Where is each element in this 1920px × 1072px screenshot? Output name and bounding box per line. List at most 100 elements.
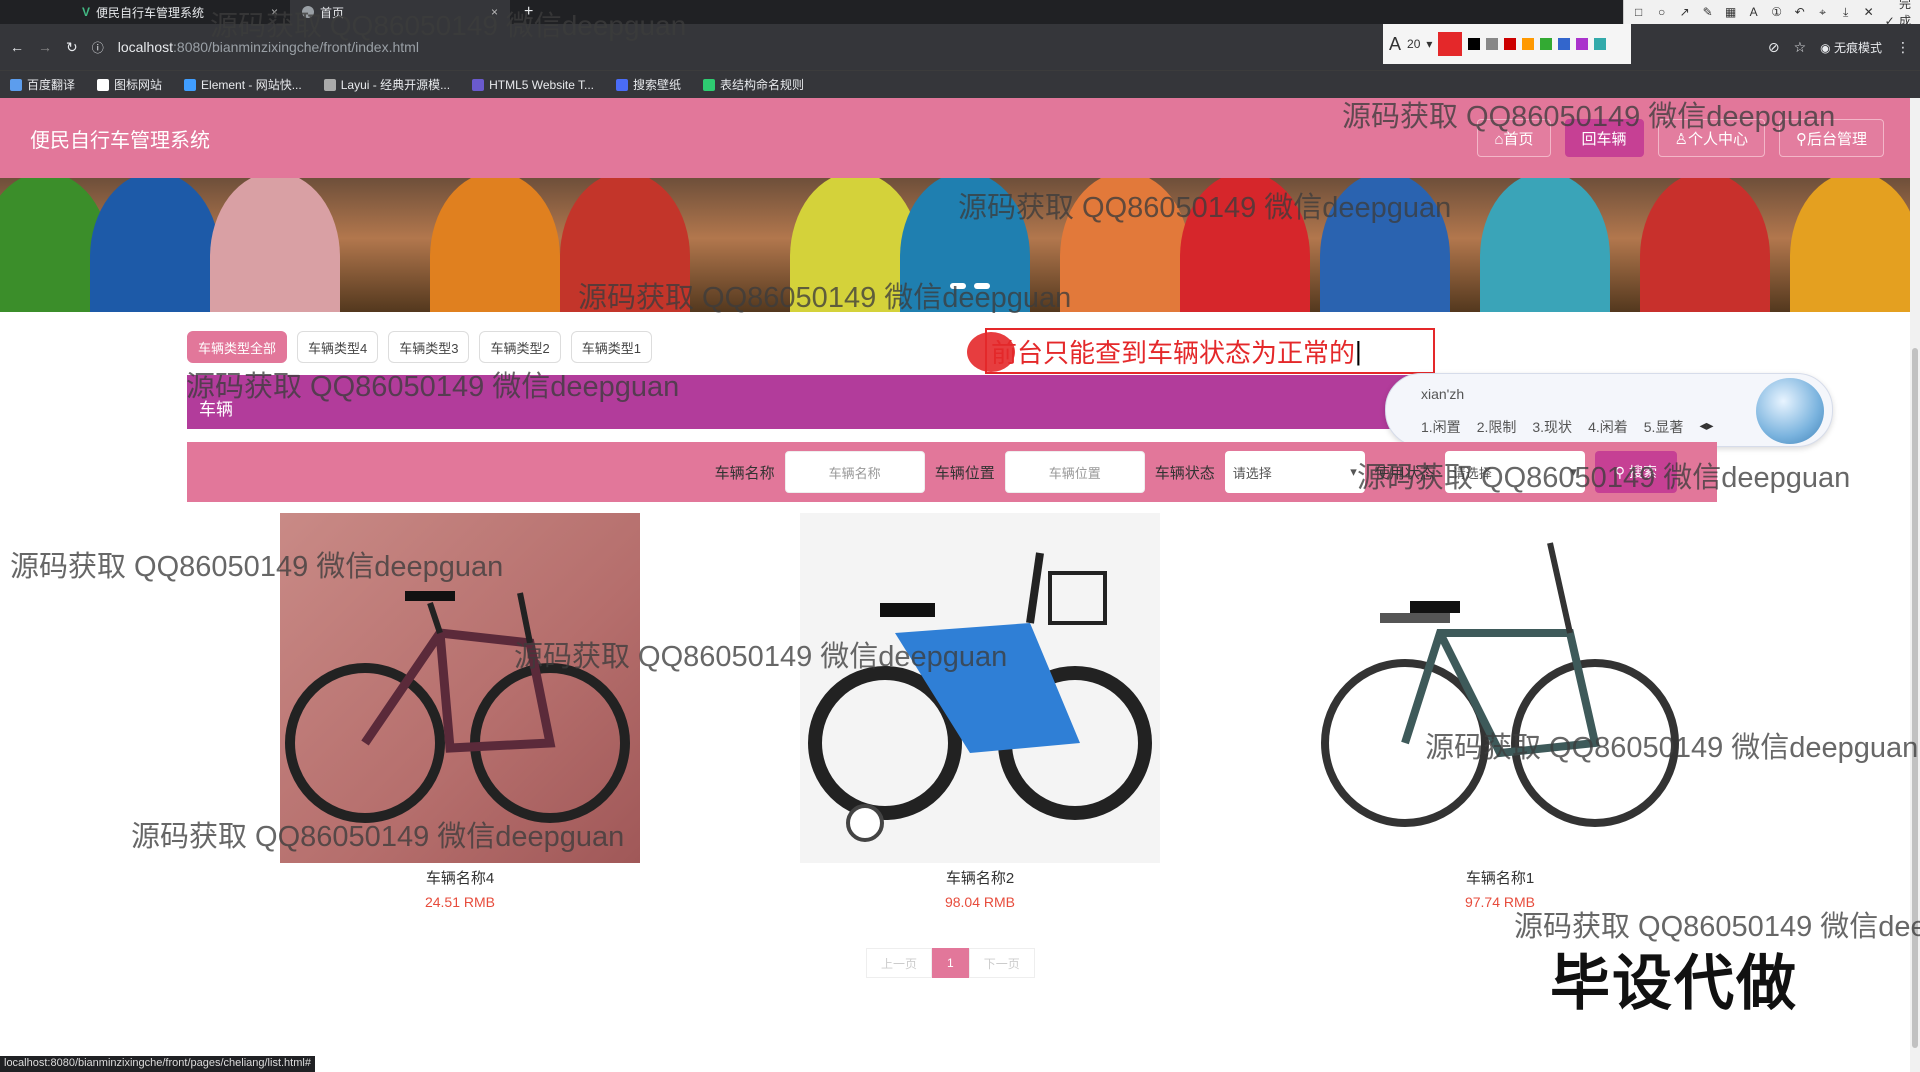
close-icon[interactable]: × (271, 5, 278, 19)
vehicle-name[interactable]: 车辆名称1 (1240, 867, 1760, 888)
element-icon (184, 79, 197, 91)
bookmark-item[interactable]: 百度翻译 (10, 76, 75, 93)
carousel-indicators[interactable] (950, 283, 990, 289)
url-field[interactable]: localhost:8080/bianminzixingche/front/in… (118, 39, 419, 55)
color-swatch[interactable] (1576, 38, 1589, 50)
bookmark-item[interactable]: HTML5 Website T... (472, 78, 594, 92)
bookmark-item[interactable]: Element - 网站快... (184, 76, 302, 93)
site-header: 便民自行车管理系统 ⌂首页 回车辆 ♙个人中心 ⚲后台管理 (0, 98, 1910, 178)
chevron-down-icon: ▾ (1350, 464, 1357, 479)
chip-type-2[interactable]: 车辆类型2 (479, 331, 561, 363)
star-icon[interactable]: ☆ (1794, 39, 1807, 56)
bookmark-item[interactable]: 图标网站 (97, 76, 162, 93)
color-swatch[interactable] (1486, 38, 1499, 50)
pin-icon[interactable]: ⌖ (1816, 5, 1830, 20)
vehicle-image[interactable] (800, 513, 1160, 863)
ime-candidate[interactable]: 1.闲置 (1421, 417, 1461, 437)
chip-type-4[interactable]: 车辆类型4 (297, 331, 379, 363)
banner-carousel[interactable] (0, 178, 1910, 312)
nav-home[interactable]: ⌂首页 (1477, 119, 1551, 157)
vehicle-name[interactable]: 车辆名称4 (200, 867, 720, 888)
rectangle-icon[interactable]: □ (1632, 5, 1646, 19)
vehicle-price: 97.74 RMB (1464, 894, 1536, 910)
chip-type-1[interactable]: 车辆类型1 (570, 331, 652, 363)
ime-candidate[interactable]: 4.闲着 (1588, 417, 1628, 437)
ellipse-icon[interactable]: ○ (1655, 5, 1669, 19)
current-color-swatch[interactable] (1438, 32, 1463, 56)
number-icon[interactable]: ① (1770, 5, 1784, 19)
banner-pencil (1320, 178, 1450, 312)
color-swatch[interactable] (1504, 38, 1517, 50)
ime-pinyin: xian'zh (1421, 386, 1465, 402)
nav-admin[interactable]: ⚲后台管理 (1779, 119, 1884, 157)
vehicle-status-select[interactable]: 请选择 ▾ (1224, 451, 1365, 493)
ime-page-arrows-icon[interactable]: ◂▸ (1699, 417, 1713, 437)
close-icon[interactable]: × (491, 5, 498, 19)
screenshot-toolbar: □ ○ ↗ ✎ ▦ A ① ↶ ⌖ ⤓ ✕ ✓ 完成 (1622, 0, 1920, 28)
cancel-icon[interactable]: ✕ (1862, 5, 1876, 19)
browser-tab-2[interactable]: 首页 × (290, 0, 510, 24)
bookmark-label: 图标网站 (114, 78, 163, 92)
reload-icon[interactable]: ↻ (66, 39, 78, 56)
vehicle-card[interactable]: 车辆名称4 24.51 RMB (200, 513, 720, 910)
annotation-textbox[interactable]: 前台只能查到车辆状态为正常的 | (985, 328, 1435, 374)
vehicle-image[interactable] (280, 513, 640, 863)
vehicle-name-input[interactable]: 车辆名称 (784, 451, 925, 493)
color-swatch[interactable] (1540, 38, 1553, 50)
search-button[interactable]: ⚲ 搜索 (1594, 451, 1677, 493)
back-icon[interactable]: ← (10, 39, 24, 55)
scrollbar-thumb[interactable] (1912, 348, 1918, 1048)
mosaic-icon[interactable]: ▦ (1724, 5, 1738, 19)
page-scrollbar[interactable] (1910, 98, 1920, 1072)
color-swatch[interactable] (1468, 38, 1481, 50)
vehicle-image[interactable] (1320, 513, 1680, 863)
arrow-icon[interactable]: ↗ (1678, 5, 1692, 19)
flag-icon (97, 79, 110, 91)
carousel-dot[interactable] (950, 283, 966, 289)
usage-label: 使用状态 (1374, 464, 1435, 482)
bookmark-item[interactable]: 搜索壁纸 (616, 76, 681, 93)
bookmark-item[interactable]: Layui - 经典开源模... (323, 76, 450, 93)
eye-off-icon[interactable]: ⊘ (1768, 39, 1780, 56)
bookmark-label: 表结构命名规则 (720, 78, 805, 92)
status-bar-url: localhost:8080/bianminzixingche/front/pa… (0, 1056, 315, 1072)
vehicle-card[interactable]: 车辆名称1 97.74 RMB (1240, 513, 1760, 910)
color-swatch[interactable] (1522, 38, 1535, 50)
vehicle-location-input[interactable]: 车辆位置 (1004, 451, 1145, 493)
font-icon: A (1389, 33, 1402, 54)
nav-personal-center[interactable]: ♙个人中心 (1657, 119, 1765, 157)
new-tab-button[interactable]: + (524, 3, 533, 21)
incognito-badge[interactable]: ◉ 无痕模式 (1820, 39, 1882, 56)
browser-tab-1[interactable]: V 便民自行车管理系统 × (70, 0, 290, 24)
bookmark-item[interactable]: 表结构命名规则 (703, 76, 804, 93)
bookmark-label: 百度翻译 (27, 78, 76, 92)
nav-vehicles[interactable]: 回车辆 (1564, 119, 1644, 157)
table-icon (703, 79, 716, 91)
color-swatch[interactable] (1558, 38, 1571, 50)
color-swatch[interactable] (1594, 38, 1607, 50)
search-bar: 车辆名称 车辆名称 车辆位置 车辆位置 车辆状态 请选择 ▾ 使用状态 请选择 ▾ … (187, 442, 1717, 502)
chip-type-all[interactable]: 车辆类型全部 (187, 331, 288, 363)
banner-pencil (1060, 178, 1190, 312)
next-page-button[interactable]: 下一页 (968, 948, 1035, 978)
menu-icon[interactable]: ⋮ (1896, 39, 1910, 56)
undo-icon[interactable]: ↶ (1793, 5, 1807, 19)
ime-candidate[interactable]: 3.现状 (1532, 417, 1572, 437)
save-icon[interactable]: ⤓ (1839, 5, 1853, 20)
vehicle-name[interactable]: 车辆名称2 (720, 867, 1240, 888)
pen-icon[interactable]: ✎ (1701, 5, 1715, 19)
vehicle-card[interactable]: 车辆名称2 98.04 RMB (720, 513, 1240, 910)
text-icon[interactable]: A (1747, 5, 1761, 19)
chip-type-3[interactable]: 车辆类型3 (388, 331, 470, 363)
ime-candidate[interactable]: 2.限制 (1477, 417, 1517, 437)
forward-icon[interactable]: → (38, 39, 52, 55)
page-number-button[interactable]: 1 (932, 948, 969, 978)
banner-pencil (1640, 178, 1770, 312)
ime-candidate[interactable]: 5.显著 (1644, 417, 1684, 437)
font-size-select[interactable]: 20 (1407, 37, 1420, 51)
bookmark-label: 搜索壁纸 (633, 78, 682, 92)
main-nav: ⌂首页 回车辆 ♙个人中心 ⚲后台管理 (1477, 119, 1884, 157)
usage-status-select[interactable]: 请选择 ▾ (1444, 451, 1585, 493)
carousel-dot[interactable] (974, 283, 990, 289)
prev-page-button[interactable]: 上一页 (866, 948, 933, 978)
